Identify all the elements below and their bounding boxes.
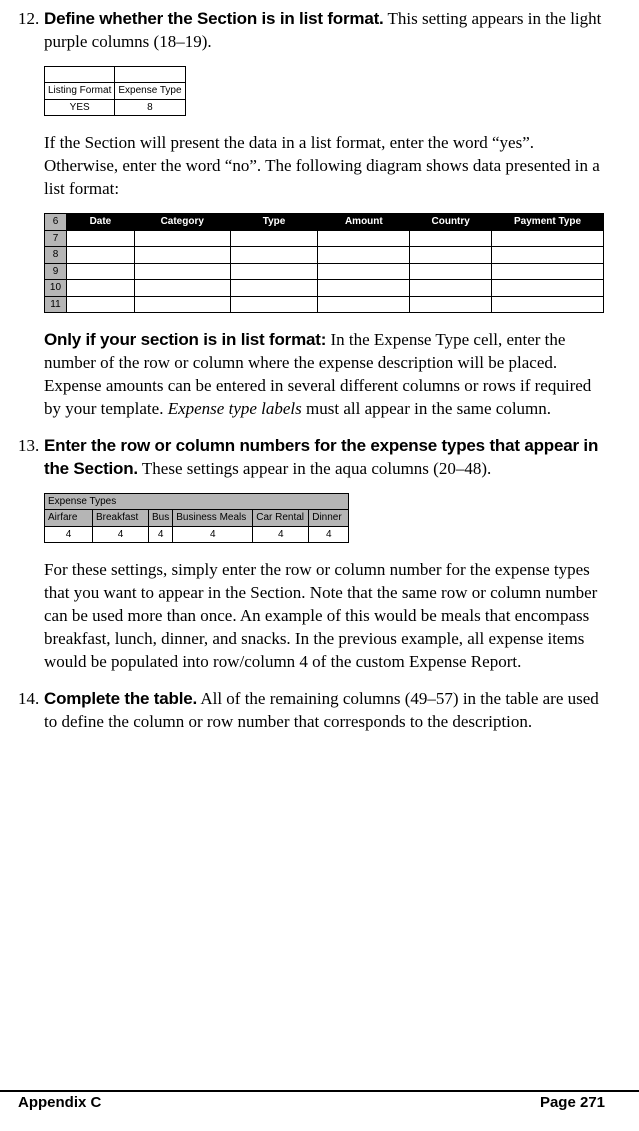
list-item-12: 12. Define whether the Section is in lis… <box>18 8 605 421</box>
cell <box>134 247 230 264</box>
etypes-col: Bus <box>149 510 173 527</box>
heading-14: Complete the table. <box>44 689 197 708</box>
cell <box>492 280 604 297</box>
etypes-val: 4 <box>253 526 309 543</box>
etypes-val: 4 <box>45 526 93 543</box>
para-12b: If the Section will present the data in … <box>44 132 605 201</box>
cell <box>230 296 318 313</box>
cell <box>410 296 492 313</box>
para-14a: Complete the table. All of the remaining… <box>44 688 605 734</box>
list-format-grid-wrap: 6 Date Category Type Amount Country Paym… <box>44 213 605 313</box>
cell-blank <box>45 66 115 83</box>
cell-header: Listing Format <box>45 83 115 100</box>
cell <box>134 230 230 247</box>
etypes-val: 4 <box>309 526 349 543</box>
listing-format-table: Listing Format Expense Type YES 8 <box>44 66 186 117</box>
para-12c-tail: must all appear in the same column. <box>302 399 551 418</box>
item-number: 14. <box>18 688 39 711</box>
cell <box>134 263 230 280</box>
cell <box>492 296 604 313</box>
rownum: 10 <box>45 280 67 297</box>
footer-right: Page 271 <box>540 1094 605 1111</box>
cell <box>66 280 134 297</box>
cell <box>230 230 318 247</box>
etypes-col: Business Meals <box>173 510 253 527</box>
list-format-grid: 6 Date Category Type Amount Country Paym… <box>44 213 604 313</box>
etypes-col: Airfare <box>45 510 93 527</box>
para-12c: Only if your section is in list format: … <box>44 329 605 421</box>
cell <box>230 247 318 264</box>
para-12c-bold: Only if your section is in list format: <box>44 330 326 349</box>
cell <box>230 263 318 280</box>
cell <box>134 296 230 313</box>
list-item-13: 13. Enter the row or column numbers for … <box>18 435 605 674</box>
rownum: 8 <box>45 247 67 264</box>
cell <box>66 263 134 280</box>
col-header: Type <box>230 214 318 231</box>
para-12a: Define whether the Section is in list fo… <box>44 8 605 54</box>
cell <box>230 280 318 297</box>
etypes-val: 4 <box>173 526 253 543</box>
cell <box>318 230 410 247</box>
cell <box>134 280 230 297</box>
expense-types-table: Expense Types Airfare Breakfast Bus Busi… <box>44 493 349 544</box>
rownum: 6 <box>45 214 67 231</box>
cell <box>492 263 604 280</box>
etypes-val: 4 <box>93 526 149 543</box>
cell <box>66 230 134 247</box>
etypes-val: 4 <box>149 526 173 543</box>
rownum: 9 <box>45 263 67 280</box>
cell <box>492 247 604 264</box>
rownum: 11 <box>45 296 67 313</box>
expense-types-table-wrap: Expense Types Airfare Breakfast Bus Busi… <box>44 493 605 544</box>
cell <box>410 230 492 247</box>
cell-value: YES <box>45 99 115 116</box>
col-header: Payment Type <box>492 214 604 231</box>
etypes-col: Car Rental <box>253 510 309 527</box>
cell <box>66 247 134 264</box>
cell <box>318 263 410 280</box>
item-number: 13. <box>18 435 39 458</box>
cell-blank <box>115 66 185 83</box>
item-number: 12. <box>18 8 39 31</box>
col-header: Category <box>134 214 230 231</box>
cell-header: Expense Type <box>115 83 185 100</box>
para-12c-em: Expense type labels <box>168 399 302 418</box>
cell <box>492 230 604 247</box>
cell-value: 8 <box>115 99 185 116</box>
cell <box>318 296 410 313</box>
list-item-14: 14. Complete the table. All of the remai… <box>18 688 605 734</box>
cell <box>318 280 410 297</box>
footer-left: Appendix C <box>18 1094 101 1111</box>
cell <box>410 263 492 280</box>
etypes-col: Dinner <box>309 510 349 527</box>
lead-13: These settings appear in the aqua column… <box>138 459 491 478</box>
col-header: Country <box>410 214 492 231</box>
etypes-title: Expense Types <box>45 493 349 510</box>
page-footer: Appendix C Page 271 <box>0 1092 639 1111</box>
heading-12: Define whether the Section is in list fo… <box>44 9 384 28</box>
para-13a: Enter the row or column numbers for the … <box>44 435 605 481</box>
col-header: Amount <box>318 214 410 231</box>
cell <box>318 247 410 264</box>
cell <box>410 280 492 297</box>
etypes-col: Breakfast <box>93 510 149 527</box>
para-13b: For these settings, simply enter the row… <box>44 559 605 674</box>
rownum: 7 <box>45 230 67 247</box>
cell <box>66 296 134 313</box>
listing-format-table-wrap: Listing Format Expense Type YES 8 <box>44 66 605 117</box>
cell <box>410 247 492 264</box>
col-header: Date <box>66 214 134 231</box>
page-content: 12. Define whether the Section is in lis… <box>0 0 639 1090</box>
